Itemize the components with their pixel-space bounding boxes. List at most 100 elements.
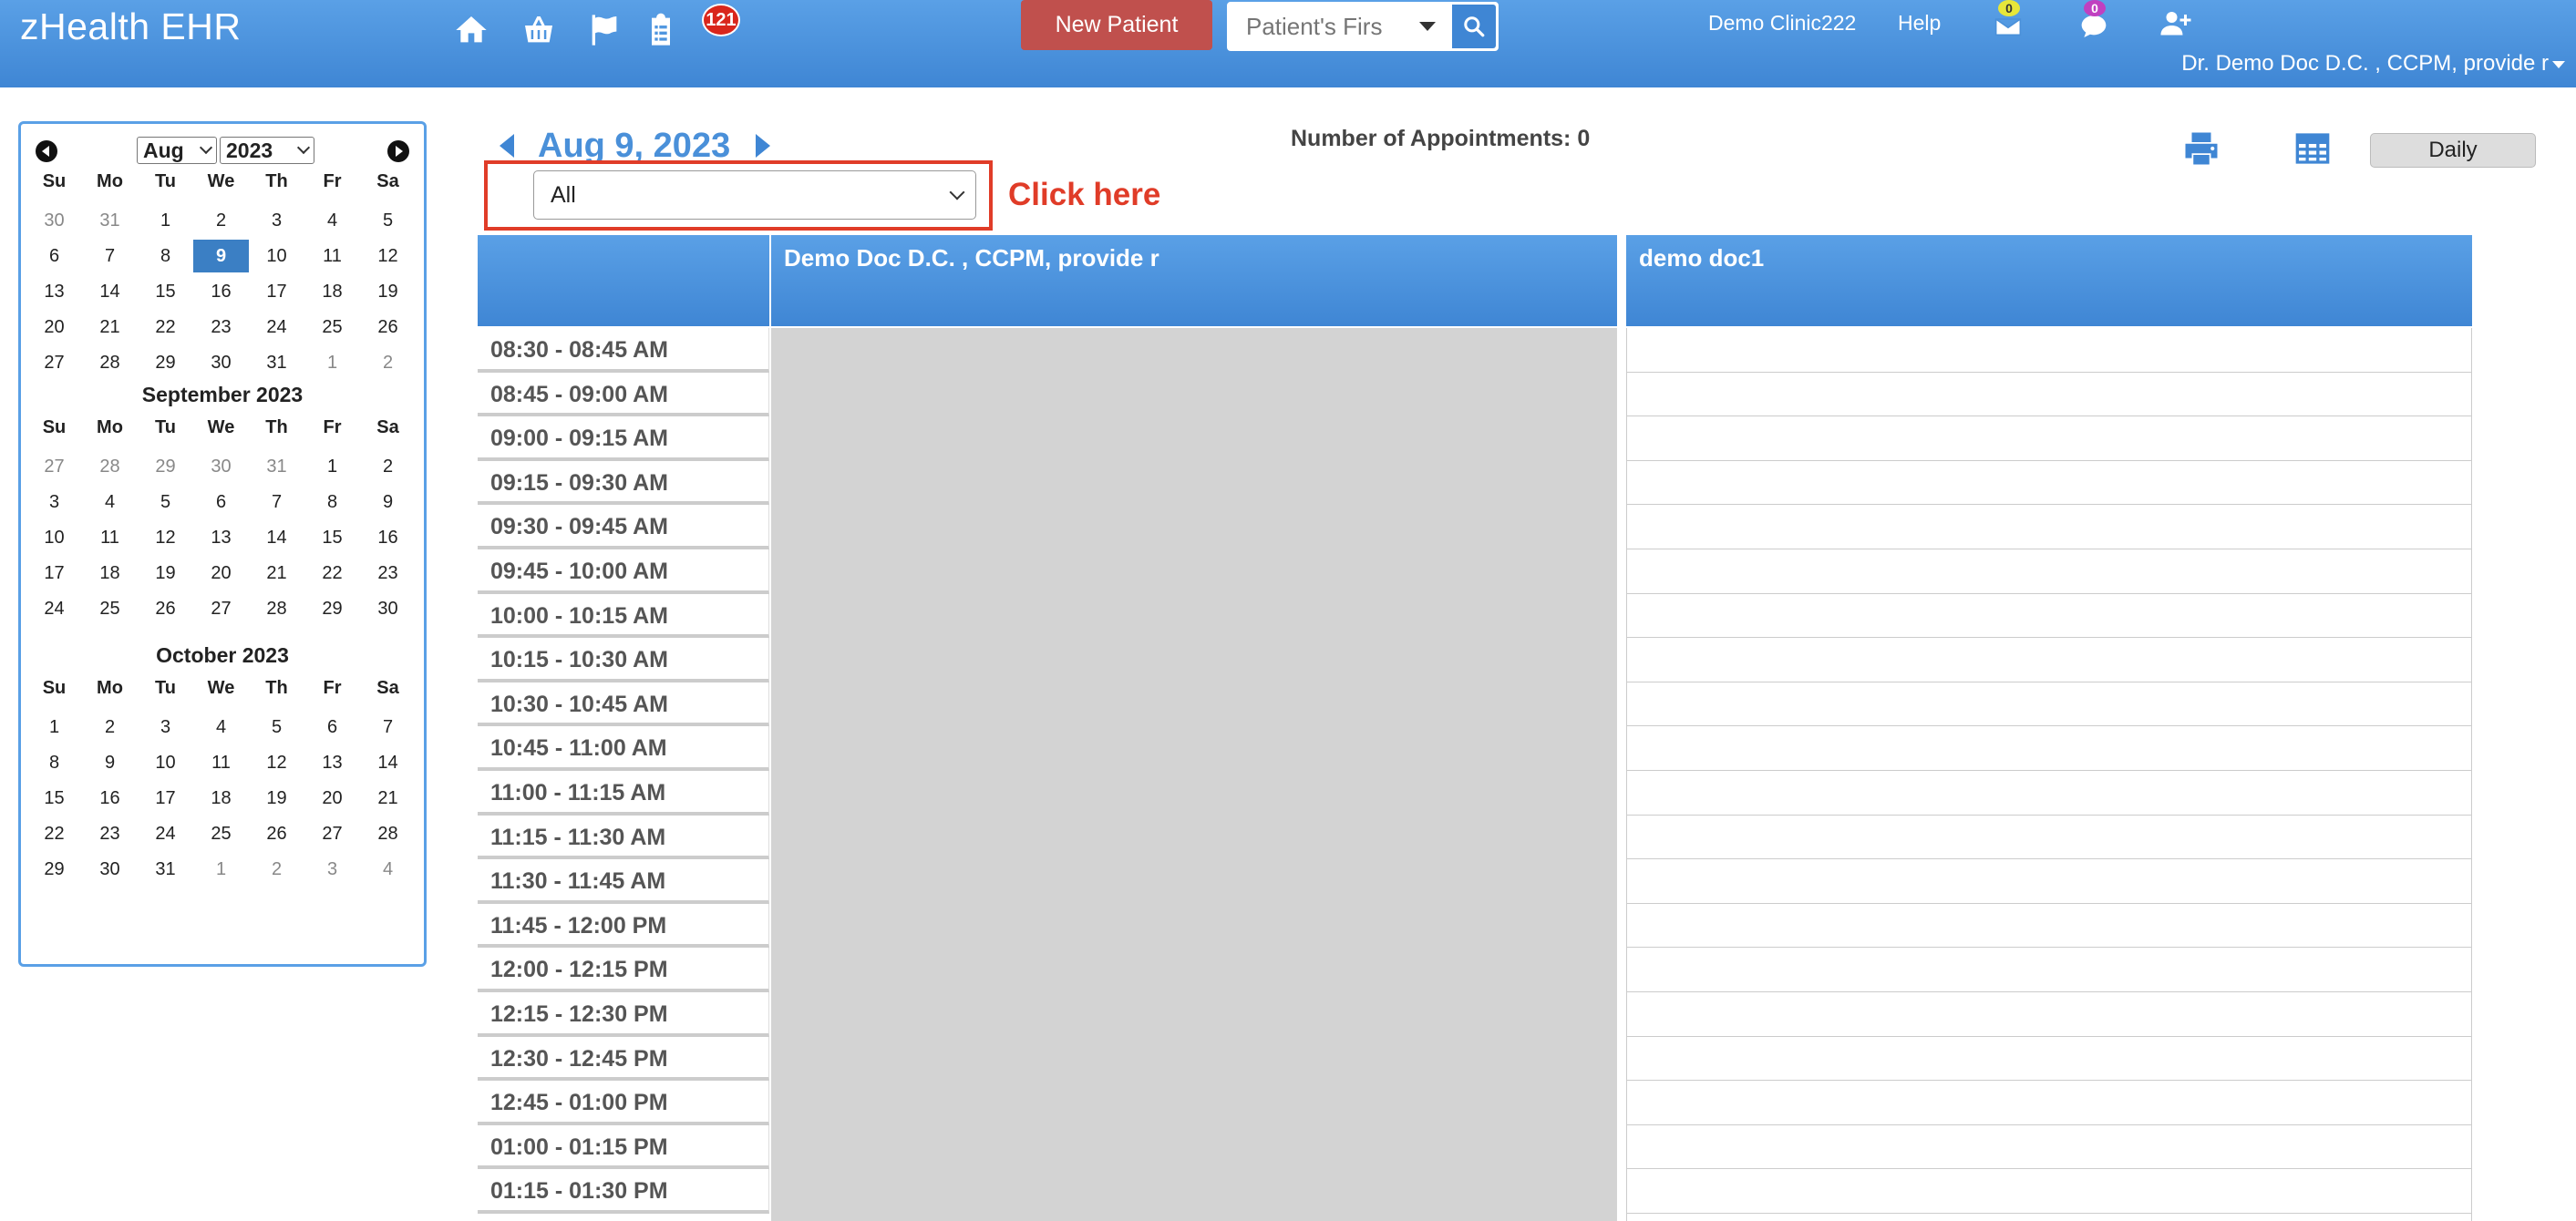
calendar-day[interactable]: 22	[138, 311, 193, 344]
calendar-day[interactable]: 26	[138, 592, 193, 625]
appointment-slot[interactable]	[1627, 1081, 2471, 1125]
new-patient-button[interactable]: New Patient	[1021, 0, 1212, 50]
appointment-slot[interactable]	[1627, 461, 2471, 506]
clipboard-icon[interactable]	[640, 9, 682, 51]
appointment-slot[interactable]	[1627, 992, 2471, 1037]
appointment-slot[interactable]	[1627, 771, 2471, 816]
calendar-day[interactable]: 24	[26, 592, 82, 625]
prev-month-button[interactable]	[36, 140, 57, 162]
calendar-day[interactable]: 10	[26, 521, 82, 554]
calendar-day[interactable]: 9	[82, 746, 138, 779]
user-menu[interactable]: Dr. Demo Doc D.C. , CCPM, provide r	[2181, 51, 2565, 77]
calendar-day[interactable]: 15	[304, 521, 360, 554]
patient-search-input[interactable]	[1230, 5, 1403, 48]
calendar-day[interactable]: 10	[249, 240, 304, 272]
calendar-day[interactable]: 13	[26, 275, 82, 308]
calendar-day[interactable]: 1	[138, 204, 193, 237]
calendar-day[interactable]: 16	[82, 782, 138, 815]
calendar-day[interactable]: 26	[249, 817, 304, 850]
calendar-day[interactable]: 8	[138, 240, 193, 272]
add-user-icon[interactable]	[2155, 2, 2197, 44]
appointment-slot[interactable]	[1627, 859, 2471, 904]
appointment-slot[interactable]	[1627, 816, 2471, 860]
calendar-day[interactable]: 19	[138, 557, 193, 590]
flag-icon[interactable]	[583, 9, 625, 51]
appointment-slot[interactable]	[1627, 1125, 2471, 1170]
calendar-day[interactable]: 1	[193, 853, 249, 886]
calendar-day[interactable]: 7	[82, 240, 138, 272]
calendar-day[interactable]: 16	[193, 275, 249, 308]
calendar-day[interactable]: 5	[360, 204, 416, 237]
appointment-slot-unavailable[interactable]	[771, 549, 1617, 594]
calendar-day[interactable]: 8	[304, 486, 360, 518]
calendar-day[interactable]: 31	[138, 853, 193, 886]
calendar-day[interactable]: 17	[138, 782, 193, 815]
calendar-day[interactable]: 3	[249, 204, 304, 237]
calendar-day[interactable]: 6	[193, 486, 249, 518]
calendar-day[interactable]: 29	[26, 853, 82, 886]
appointment-slot-unavailable[interactable]	[771, 328, 1617, 373]
calendar-day-selected[interactable]: 9	[193, 239, 249, 272]
calendar-day[interactable]: 1	[304, 450, 360, 483]
help-link[interactable]: Help	[1898, 11, 1941, 36]
calendar-day[interactable]: 27	[193, 592, 249, 625]
calendar-day[interactable]: 2	[249, 853, 304, 886]
appointment-slot-unavailable[interactable]	[771, 816, 1617, 860]
calendar-day[interactable]: 7	[249, 486, 304, 518]
calendar-day[interactable]: 4	[193, 711, 249, 744]
appointment-slot-unavailable[interactable]	[771, 638, 1617, 682]
calendar-day[interactable]: 11	[193, 746, 249, 779]
appointment-slot[interactable]	[1627, 904, 2471, 949]
calendar-day[interactable]: 25	[193, 817, 249, 850]
next-day-button[interactable]	[756, 134, 771, 158]
brand-logo[interactable]: zHealth EHR	[20, 5, 241, 48]
calendar-day[interactable]: 10	[138, 746, 193, 779]
calendar-day[interactable]: 12	[138, 521, 193, 554]
calendar-day[interactable]: 26	[360, 311, 416, 344]
calendar-day[interactable]: 19	[360, 275, 416, 308]
calendar-day[interactable]: 21	[360, 782, 416, 815]
calendar-day[interactable]: 3	[138, 711, 193, 744]
calendar-day[interactable]: 17	[26, 557, 82, 590]
calendar-day[interactable]: 30	[82, 853, 138, 886]
appointment-slot-unavailable[interactable]	[771, 1169, 1617, 1214]
calendar-day[interactable]: 18	[82, 557, 138, 590]
appointment-slot[interactable]	[1627, 373, 2471, 417]
calendar-day[interactable]: 16	[360, 521, 416, 554]
calendar-day[interactable]: 14	[82, 275, 138, 308]
calendar-day[interactable]: 31	[249, 346, 304, 379]
appointment-slot[interactable]	[1627, 726, 2471, 771]
calendar-day[interactable]: 4	[304, 204, 360, 237]
calendar-day[interactable]: 8	[26, 746, 82, 779]
calendar-day[interactable]: 31	[249, 450, 304, 483]
calendar-day[interactable]: 28	[360, 817, 416, 850]
calendar-day[interactable]: 28	[82, 346, 138, 379]
calendar-day[interactable]: 11	[82, 521, 138, 554]
calendar-day[interactable]: 27	[26, 450, 82, 483]
next-month-button[interactable]	[387, 140, 409, 162]
calendar-day[interactable]: 15	[138, 275, 193, 308]
basket-icon[interactable]	[518, 9, 560, 51]
notification-badge[interactable]: 121	[702, 4, 740, 36]
calendar-day[interactable]: 29	[304, 592, 360, 625]
calendar-day[interactable]: 23	[193, 311, 249, 344]
calendar-day[interactable]: 19	[249, 782, 304, 815]
calendar-day[interactable]: 20	[26, 311, 82, 344]
calendar-day[interactable]: 21	[82, 311, 138, 344]
calendar-day[interactable]: 30	[193, 450, 249, 483]
calendar-day[interactable]: 3	[304, 853, 360, 886]
appointment-slot-unavailable[interactable]	[771, 1037, 1617, 1082]
calendar-day[interactable]: 12	[360, 240, 416, 272]
calendar-day[interactable]: 18	[193, 782, 249, 815]
calendar-day[interactable]: 20	[193, 557, 249, 590]
calendar-day[interactable]: 24	[138, 817, 193, 850]
calendar-day[interactable]: 25	[82, 592, 138, 625]
appointment-slot[interactable]	[1627, 416, 2471, 461]
calendar-day[interactable]: 14	[249, 521, 304, 554]
appointment-slot-unavailable[interactable]	[771, 859, 1617, 904]
appointment-slot[interactable]	[1627, 682, 2471, 727]
print-icon[interactable]	[2179, 128, 2224, 169]
appointment-slot[interactable]	[1627, 638, 2471, 682]
calendar-day[interactable]: 27	[26, 346, 82, 379]
appointment-slot-unavailable[interactable]	[771, 771, 1617, 816]
